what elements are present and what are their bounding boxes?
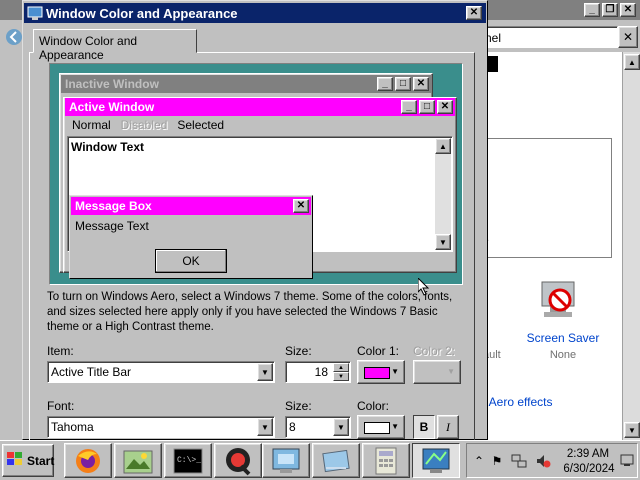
- tab-window-color[interactable]: Window Color and Appearance: [33, 29, 197, 62]
- address-go-button[interactable]: ✕: [618, 26, 638, 48]
- preview-menu[interactable]: Normal Disabled Selected: [67, 118, 229, 134]
- font-size-label: Size:: [285, 399, 312, 413]
- volume-muted-icon[interactable]: [535, 453, 551, 469]
- dialog-titlebar: Window Color and Appearance ✕: [24, 3, 486, 23]
- display-settings-icon[interactable]: [412, 443, 460, 478]
- close-icon: ✕: [293, 199, 309, 213]
- font-label: Font:: [47, 399, 75, 413]
- chat-icon[interactable]: [214, 443, 262, 478]
- message-box-title[interactable]: Message Box ✕: [71, 197, 311, 215]
- maximize-icon: □: [395, 77, 411, 91]
- color1-swatch: [364, 367, 390, 379]
- aero-effects-link[interactable]: r Aero effects: [482, 395, 552, 409]
- chevron-down-icon[interactable]: ▼: [333, 418, 349, 436]
- font-color-swatch: [364, 422, 390, 434]
- screen-saver-icon[interactable]: [536, 278, 580, 322]
- active-title-text: Active Window: [69, 100, 155, 114]
- restore-button[interactable]: ❐: [602, 3, 618, 17]
- message-box-title-text: Message Box: [75, 199, 152, 213]
- active-window-title[interactable]: Active Window _ □ ✕: [65, 98, 455, 116]
- inactive-title-text: Inactive Window: [65, 77, 159, 91]
- close-icon: ✕: [437, 100, 453, 114]
- calculator-icon[interactable]: [362, 443, 410, 478]
- chevron-down-icon: ▼: [391, 422, 399, 431]
- color2-label: Color 2:: [413, 344, 456, 358]
- minimize-button[interactable]: _: [584, 3, 600, 17]
- inactive-window-title[interactable]: Inactive Window _ □ ✕: [61, 75, 431, 93]
- item-value: Active Title Bar: [51, 365, 132, 379]
- close-icon: ✕: [413, 77, 429, 91]
- color2-button[interactable]: ▼: [413, 360, 461, 384]
- item-size-spinner[interactable]: 18 ▲ ▼: [285, 361, 351, 383]
- preview-scrollbar[interactable]: ▲ ▼: [435, 138, 451, 250]
- tab-label: Window Color and Appearance: [39, 34, 138, 62]
- font-size-select[interactable]: 8 ▼: [285, 416, 351, 438]
- scrollbar[interactable]: ▲ ▼: [622, 52, 640, 440]
- windows-logo-icon: [6, 451, 24, 470]
- remote-desktop-icon[interactable]: [262, 443, 310, 478]
- menu-normal[interactable]: Normal: [67, 118, 116, 134]
- desktop-icon[interactable]: [619, 453, 635, 469]
- font-color-button[interactable]: ▼: [357, 415, 405, 439]
- item-select[interactable]: Active Title Bar ▼: [47, 361, 275, 383]
- minimize-icon: _: [401, 100, 417, 114]
- close-button[interactable]: ✕: [620, 3, 636, 17]
- display-icon: [27, 5, 43, 21]
- screen-saver-link[interactable]: Screen Saver: [526, 331, 600, 345]
- minimize-icon: _: [377, 77, 393, 91]
- scroll-up-icon[interactable]: ▲: [624, 54, 640, 70]
- firefox-icon[interactable]: [64, 443, 112, 478]
- bold-button[interactable]: B: [413, 415, 435, 439]
- chevron-down-icon: ▼: [447, 367, 455, 376]
- mouse-cursor-icon: [417, 276, 430, 299]
- ok-button-preview[interactable]: OK: [155, 249, 227, 273]
- start-button[interactable]: Start: [2, 444, 54, 477]
- flag-icon[interactable]: ⚑: [489, 453, 505, 469]
- window-text[interactable]: Window Text: [71, 140, 144, 154]
- window-color-dialog: Window Color and Appearance ✕ Window Col…: [22, 0, 488, 442]
- color1-button[interactable]: ▼: [357, 360, 405, 384]
- terminal-icon[interactable]: C:\>_: [164, 443, 212, 478]
- font-color-label: Color:: [357, 399, 390, 413]
- taskbar: Start C:\>_ ⌃ ⚑ 2:39 AM 6/30/2024: [0, 440, 640, 480]
- item-label: Item:: [47, 344, 74, 358]
- screen-saver-value: None: [549, 349, 577, 361]
- scroll-up-icon: ▲: [435, 138, 451, 154]
- message-text[interactable]: Message Text: [75, 219, 149, 233]
- item-size-value: 18: [314, 365, 328, 379]
- back-icon[interactable]: [4, 26, 24, 48]
- chevron-up-icon[interactable]: ⌃: [471, 453, 487, 469]
- address-bar[interactable]: nel: [476, 26, 618, 48]
- maximize-icon: □: [419, 100, 435, 114]
- font-value: Tahoma: [51, 420, 94, 434]
- dialog-title: Window Color and Appearance: [46, 6, 238, 21]
- font-select[interactable]: Tahoma ▼: [47, 416, 275, 438]
- close-icon[interactable]: ✕: [466, 6, 482, 20]
- scroll-down-icon[interactable]: ▼: [624, 422, 640, 438]
- spinner-arrows-icon[interactable]: ▲ ▼: [333, 363, 349, 381]
- network-icon[interactable]: [511, 453, 527, 469]
- start-label: Start: [27, 453, 55, 468]
- svg-text:C:\>_: C:\>_: [177, 456, 201, 465]
- chevron-down-icon: ▼: [391, 367, 399, 376]
- scroll-down-icon: ▼: [435, 234, 451, 250]
- menu-selected[interactable]: Selected: [172, 118, 229, 134]
- preview-frame: [482, 138, 612, 258]
- font-size-value: 8: [289, 420, 296, 434]
- color1-label: Color 1:: [357, 344, 400, 358]
- folder-icon[interactable]: [312, 443, 360, 478]
- image-viewer-icon[interactable]: [114, 443, 162, 478]
- chevron-down-icon[interactable]: ▼: [257, 363, 273, 381]
- clock-date[interactable]: 6/30/2024: [561, 463, 617, 475]
- chevron-down-icon[interactable]: ▼: [257, 418, 273, 436]
- italic-button[interactable]: I: [437, 415, 459, 439]
- aero-info-text: To turn on Windows Aero, select a Window…: [47, 291, 453, 333]
- clock-time[interactable]: 2:39 AM: [563, 448, 613, 460]
- menu-disabled[interactable]: Disabled: [116, 118, 173, 134]
- item-size-label: Size:: [285, 344, 312, 358]
- system-tray: ⌃ ⚑ 2:39 AM 6/30/2024: [466, 443, 638, 478]
